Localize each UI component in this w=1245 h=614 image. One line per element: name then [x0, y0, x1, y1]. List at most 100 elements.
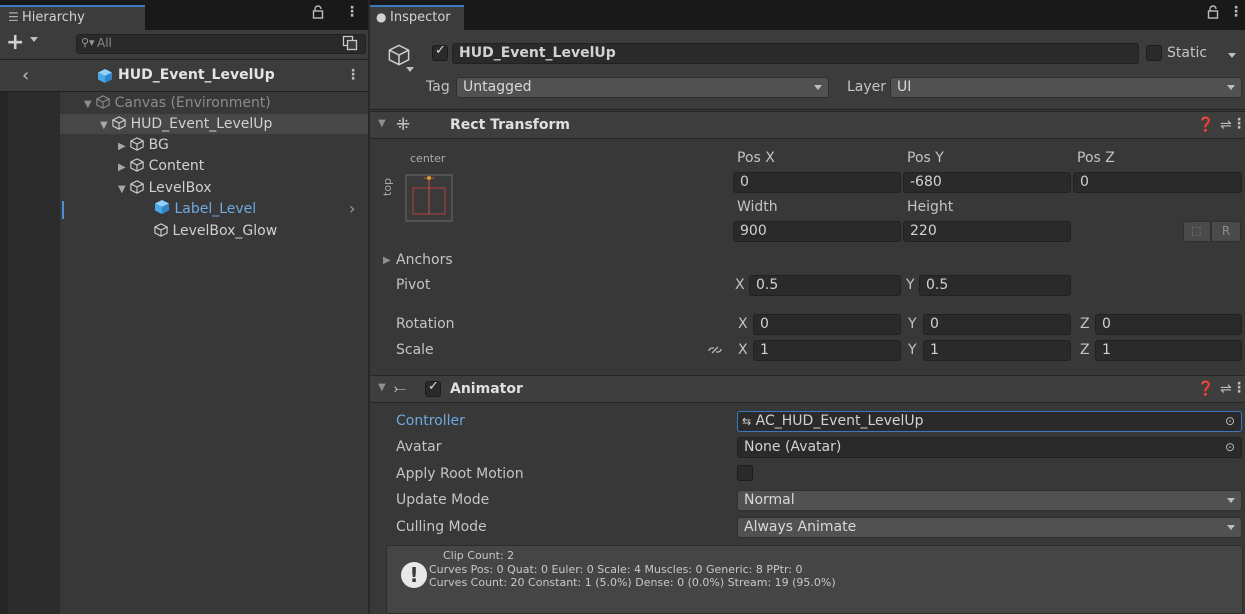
animator-enabled-checkbox[interactable]: ✓: [425, 379, 441, 397]
active-checkbox[interactable]: ✓: [432, 43, 448, 61]
avatar-object-field[interactable]: None (Avatar) ⊙: [737, 437, 1242, 458]
add-icon[interactable]: +: [6, 30, 24, 55]
search-icon: ⚲▾: [81, 36, 95, 49]
animator-header[interactable]: ▼ ⤚ ✓ Animator ❓ ⇌ ⋮: [370, 375, 1245, 403]
pos-x-label: Pos X: [737, 150, 775, 166]
object-name-input[interactable]: HUD_Event_LevelUp: [452, 43, 1139, 64]
pivot-y-input[interactable]: 0.5: [919, 275, 1071, 296]
animator-icon: ⤚: [394, 379, 407, 397]
tree-row-label: LevelBox_Glow: [172, 223, 278, 239]
scale-z-axis-label: Z: [1080, 342, 1090, 358]
object-picker-icon[interactable]: ⊙: [1225, 412, 1235, 431]
scale-z-input[interactable]: 1: [1095, 340, 1242, 361]
hierarchy-search-input[interactable]: ⚲▾ All: [76, 34, 366, 54]
component-more-icon[interactable]: ⋮: [1232, 116, 1245, 132]
hierarchy-tab-label: Hierarchy: [22, 10, 85, 25]
tree-row-levelbox[interactable]: ▼ LevelBox: [118, 178, 212, 198]
tree-row-label: HUD_Event_LevelUp: [130, 116, 273, 132]
pivot-y-axis-label: Y: [906, 277, 915, 293]
pivot-x-input[interactable]: 0.5: [749, 275, 901, 296]
controller-label: Controller: [396, 413, 465, 429]
hierarchy-scrollbar[interactable]: [0, 92, 8, 614]
gameobject-large-icon[interactable]: [388, 43, 410, 67]
object-picker-icon[interactable]: ⊙: [1225, 438, 1235, 457]
tree-row-label-level[interactable]: Label_Level: [154, 199, 256, 219]
tree-row-hud-event-levelup[interactable]: ▼ HUD_Event_LevelUp: [100, 114, 272, 134]
expand-arrow-icon[interactable]: ▼: [378, 118, 386, 129]
scene-visibility-icon[interactable]: [342, 35, 358, 51]
static-dropdown-chevron-icon[interactable]: [1228, 53, 1236, 58]
collapse-arrow-icon[interactable]: ▶: [118, 162, 126, 173]
layer-dropdown[interactable]: UI: [890, 77, 1242, 98]
tree-row-canvas[interactable]: ▼ Canvas (Environment): [84, 93, 271, 113]
anchor-vertical-label: top: [381, 177, 394, 196]
check-icon: ✓: [435, 43, 446, 58]
tree-row-content[interactable]: ▶ Content: [118, 156, 204, 176]
anchor-presets-button[interactable]: [405, 174, 453, 222]
inspector-lock-icon[interactable]: [1207, 5, 1219, 19]
tag-dropdown[interactable]: Untagged: [456, 77, 829, 98]
pos-x-input[interactable]: 0: [733, 172, 901, 193]
tree-row-bg[interactable]: ▶ BG: [118, 135, 169, 155]
prefab-more-icon[interactable]: ⋮: [346, 67, 360, 83]
collapse-arrow-icon[interactable]: ▶: [118, 141, 126, 152]
tree-row-label: Content: [148, 158, 205, 174]
info-icon: ●: [376, 10, 387, 24]
prefab-mode-header: ‹ HUD_Event_LevelUp ⋮: [0, 60, 368, 92]
culling-mode-dropdown[interactable]: Always Animate: [737, 517, 1242, 538]
icon-picker-chevron-icon[interactable]: [406, 67, 414, 72]
scale-x-axis-label: X: [738, 342, 748, 358]
controller-object-field[interactable]: ⇆ AC_HUD_Event_LevelUp ⊙: [737, 411, 1242, 432]
update-mode-label: Update Mode: [396, 492, 490, 508]
tag-value: Untagged: [463, 79, 532, 95]
anchors-label[interactable]: Anchors: [396, 252, 453, 268]
tree-row-label: Canvas (Environment): [114, 95, 271, 111]
rect-transform-title: Rect Transform: [450, 117, 571, 133]
rotation-x-input[interactable]: 0: [753, 314, 901, 335]
pos-z-input[interactable]: 0: [1073, 172, 1242, 193]
blueprint-mode-button[interactable]: ⬚: [1183, 221, 1211, 242]
add-dropdown-chevron-icon[interactable]: [30, 37, 38, 42]
chevron-down-icon: [1227, 525, 1235, 530]
lock-icon[interactable]: [312, 5, 324, 19]
scale-x-input[interactable]: 1: [753, 340, 901, 361]
unlinked-chain-icon[interactable]: [707, 343, 723, 357]
hierarchy-more-icon[interactable]: ⋮: [345, 4, 359, 20]
pos-y-input[interactable]: -680: [903, 172, 1071, 193]
help-icon[interactable]: ❓: [1197, 117, 1214, 133]
list-icon: ☰: [8, 10, 19, 24]
inspector-tab[interactable]: ● Inspector: [370, 5, 464, 30]
raw-edit-button[interactable]: R: [1211, 221, 1241, 242]
back-chevron-icon[interactable]: ‹: [22, 65, 29, 86]
open-prefab-chevron-icon[interactable]: ›: [349, 199, 355, 218]
expand-arrow-icon[interactable]: ▼: [118, 184, 126, 195]
tree-row-levelbox-glow[interactable]: LevelBox_Glow: [154, 221, 277, 241]
scale-y-input[interactable]: 1: [923, 340, 1071, 361]
presets-icon[interactable]: ⇌: [1220, 117, 1232, 133]
inspector-tab-label: Inspector: [390, 10, 451, 25]
anchors-foldout-icon[interactable]: ▶: [383, 255, 391, 266]
chevron-down-icon: [814, 85, 822, 90]
rect-transform-header[interactable]: ▼ ⁜ Rect Transform ❓ ⇌ ⋮: [370, 111, 1245, 139]
avatar-value: None (Avatar): [744, 439, 842, 455]
static-checkbox[interactable]: [1146, 45, 1162, 61]
expand-arrow-icon[interactable]: ▼: [100, 120, 108, 131]
hierarchy-tab[interactable]: ☰ Hierarchy: [0, 5, 145, 30]
expand-arrow-icon[interactable]: ▼: [378, 382, 386, 393]
rotation-z-input[interactable]: 0: [1095, 314, 1242, 335]
chevron-down-icon: [1227, 85, 1235, 90]
help-icon[interactable]: ❓: [1197, 381, 1214, 397]
expand-arrow-icon[interactable]: ▼: [84, 99, 92, 110]
component-more-icon[interactable]: ⋮: [1232, 380, 1245, 396]
inspector-tab-bar: [370, 0, 1245, 30]
presets-icon[interactable]: ⇌: [1220, 381, 1232, 397]
inspector-more-icon[interactable]: ⋮: [1229, 4, 1243, 20]
height-input[interactable]: 220: [903, 221, 1071, 242]
blueprint-icon: ⬚: [1191, 224, 1202, 237]
update-mode-dropdown[interactable]: Normal: [737, 490, 1242, 511]
apply-root-motion-checkbox[interactable]: [737, 465, 753, 481]
width-input[interactable]: 900: [733, 221, 901, 242]
layer-label: Layer: [847, 79, 887, 95]
rotation-y-input[interactable]: 0: [923, 314, 1071, 335]
scale-label: Scale: [396, 342, 434, 358]
